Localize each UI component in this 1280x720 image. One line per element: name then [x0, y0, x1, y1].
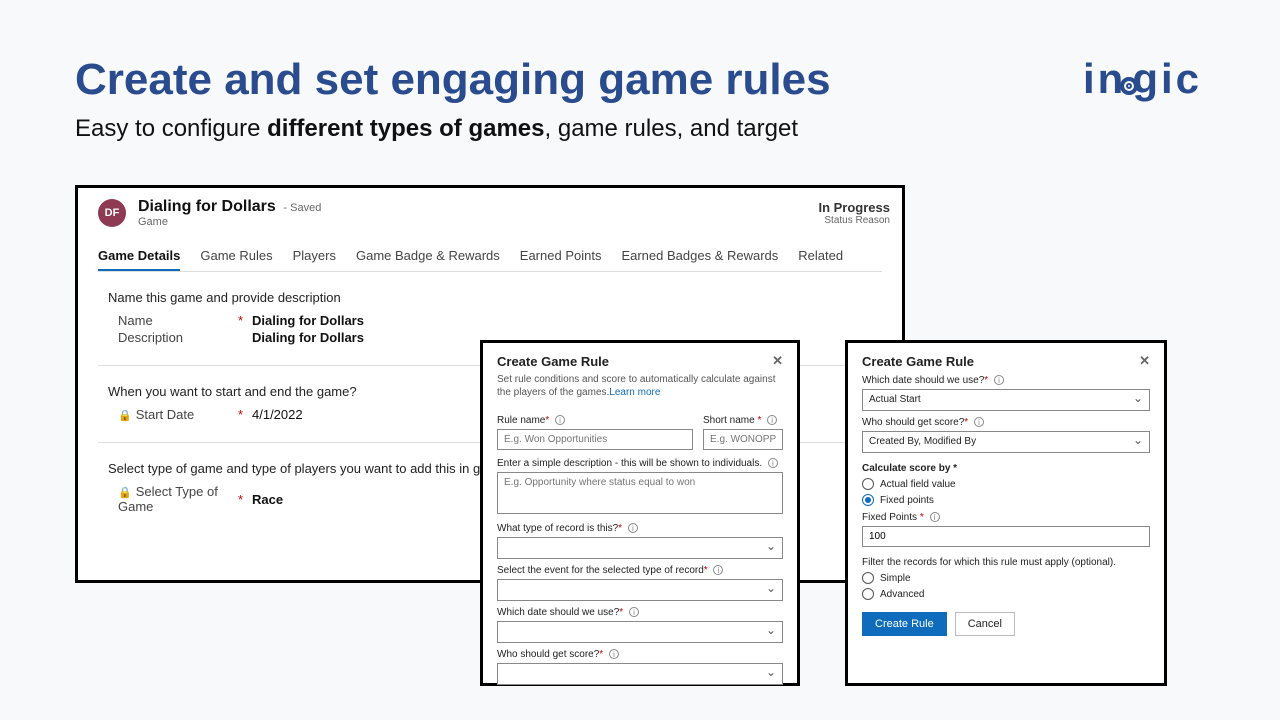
save-state: - Saved — [283, 202, 321, 214]
required-icon: * — [238, 407, 252, 422]
label-rule-desc: Enter a simple description - this will b… — [497, 458, 762, 469]
entity-name: Game — [138, 216, 321, 228]
label-filter: Filter the records for which this rule m… — [862, 557, 1150, 568]
slide-title: Create and set engaging game rules — [75, 55, 831, 105]
info-icon[interactable]: i — [767, 415, 777, 425]
radio-actual-value[interactable]: Actual field value — [862, 478, 1150, 490]
label-start-date: 🔒Start Date — [118, 407, 238, 422]
label-event: Select the event for the selected type o… — [497, 565, 704, 576]
learn-more-link[interactable]: Learn more — [609, 387, 660, 398]
close-icon[interactable]: ✕ — [1139, 353, 1150, 369]
label-name: Name — [118, 313, 238, 328]
create-rule-dialog-2: Create Game Rule ✕ Which date should we … — [845, 340, 1167, 686]
info-icon[interactable]: i — [555, 415, 565, 425]
label-rule-name: Rule name — [497, 415, 545, 426]
record-avatar: DF — [98, 199, 126, 227]
date-select[interactable] — [497, 621, 783, 643]
status-label: Status Reason — [818, 215, 890, 226]
rule-desc-input[interactable] — [497, 472, 783, 514]
info-icon[interactable]: i — [629, 607, 639, 617]
dialog-title: Create Game Rule — [497, 354, 609, 369]
event-select[interactable] — [497, 579, 783, 601]
info-icon[interactable]: i — [930, 512, 940, 522]
radio-advanced[interactable]: Advanced — [862, 588, 1150, 600]
brand-logo: ingic — [1083, 55, 1202, 103]
required-icon: * — [238, 492, 252, 507]
tab-game-details[interactable]: Game Details — [98, 242, 180, 271]
tab-players[interactable]: Players — [293, 242, 336, 271]
slide-subtitle: Easy to configure different types of gam… — [75, 115, 798, 143]
tab-earned-badges[interactable]: Earned Badges & Rewards — [621, 242, 778, 271]
info-icon[interactable]: i — [994, 375, 1004, 385]
close-icon[interactable]: ✕ — [772, 353, 783, 369]
section-name-desc: Name this game and provide description — [108, 290, 882, 305]
record-type-select[interactable] — [497, 537, 783, 559]
create-rule-button[interactable]: Create Rule — [862, 612, 947, 636]
record-title: Dialing for Dollars — [138, 198, 276, 215]
fixed-points-input[interactable] — [862, 526, 1150, 547]
radio-fixed-points[interactable]: Fixed points — [862, 494, 1150, 506]
lock-icon: 🔒 — [118, 410, 132, 422]
label-score-who: Who should get score? — [862, 417, 964, 428]
tab-earned-points[interactable]: Earned Points — [520, 242, 602, 271]
info-icon[interactable]: i — [974, 417, 984, 427]
label-fixed-points: Fixed Points — [862, 512, 920, 523]
tab-bar: Game Details Game Rules Players Game Bad… — [98, 242, 882, 272]
date-use-select[interactable]: Actual Start — [862, 389, 1150, 411]
info-icon[interactable]: i — [768, 458, 778, 468]
short-name-input[interactable] — [703, 429, 783, 450]
create-rule-dialog-1: Create Game Rule ✕ Set rule conditions a… — [480, 340, 800, 686]
label-date: Which date should we use? — [497, 607, 619, 618]
score-select[interactable] — [497, 663, 783, 685]
label-record-type: What type of record is this? — [497, 523, 618, 534]
label-short-name: Short name — [703, 415, 757, 426]
lock-icon: 🔒 — [118, 487, 132, 499]
dialog-description: Set rule conditions and score to automat… — [497, 373, 783, 399]
tab-game-rules[interactable]: Game Rules — [200, 242, 272, 271]
radio-simple[interactable]: Simple — [862, 572, 1150, 584]
required-icon: * — [238, 313, 252, 328]
dialog-title: Create Game Rule — [862, 354, 974, 369]
info-icon[interactable]: i — [628, 523, 638, 533]
score-who-select[interactable]: Created By, Modified By — [862, 431, 1150, 453]
rule-name-input[interactable] — [497, 429, 693, 450]
label-score: Who should get score? — [497, 649, 599, 660]
label-description: Description — [118, 330, 238, 345]
cancel-button[interactable]: Cancel — [955, 612, 1015, 636]
label-calc-by: Calculate score by — [862, 463, 953, 474]
tab-badge-rewards[interactable]: Game Badge & Rewards — [356, 242, 500, 271]
tab-related[interactable]: Related — [798, 242, 843, 271]
label-date-use: Which date should we use? — [862, 375, 984, 386]
info-icon[interactable]: i — [713, 565, 723, 575]
label-game-type: 🔒Select Type of Game — [118, 484, 238, 514]
status-value: In Progress — [818, 200, 890, 215]
value-name[interactable]: Dialing for Dollars — [252, 313, 882, 328]
info-icon[interactable]: i — [609, 649, 619, 659]
